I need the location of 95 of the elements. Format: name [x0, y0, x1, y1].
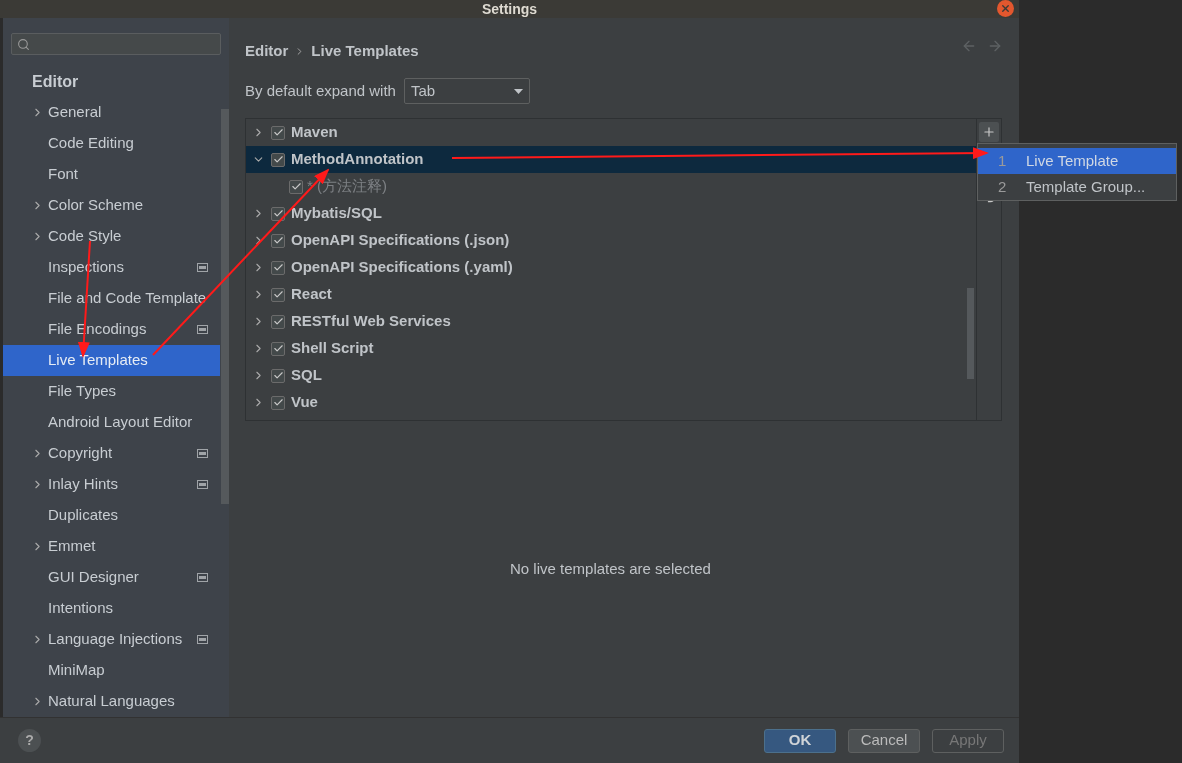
tree-row[interactable]: MethodAnnotation	[246, 146, 976, 173]
breadcrumb-item[interactable]: Live Templates	[311, 40, 419, 63]
sidebar-item[interactable]: GUI Designer	[3, 562, 220, 593]
sidebar-item[interactable]: Code Editing	[3, 128, 220, 159]
group-label: MethodAnnotation	[291, 149, 424, 170]
sidebar-item[interactable]: Language Injections	[3, 624, 220, 655]
breadcrumb-item[interactable]: Editor	[245, 40, 289, 63]
checkbox[interactable]	[271, 152, 285, 167]
group-label: OpenAPI Specifications (.json)	[291, 230, 510, 251]
sidebar-label: File Types	[48, 381, 118, 402]
sidebar-label: Color Scheme	[48, 195, 145, 216]
empty-message: No live templates are selected	[510, 558, 711, 579]
checkbox[interactable]	[271, 341, 285, 356]
help-button[interactable]: ?	[18, 729, 41, 752]
sidebar-label: Emmet	[48, 536, 97, 557]
sidebar-label: Natural Languages	[48, 691, 176, 712]
menu-item-number: 2	[997, 176, 1008, 197]
sidebar-item[interactable]: MiniMap	[3, 655, 220, 686]
checkbox[interactable]	[271, 395, 285, 410]
sidebar-label: Live Templates	[48, 350, 149, 371]
menu-item-label: Template Group...	[1026, 176, 1146, 197]
menu-item-number: 1	[997, 150, 1008, 171]
group-label: Vue	[291, 392, 318, 413]
group-label: Mybatis/SQL	[291, 203, 382, 224]
checkbox[interactable]	[271, 287, 285, 302]
tree-row[interactable]: Vue	[246, 389, 976, 416]
menu-item[interactable]: 2 Template Group...	[978, 174, 1176, 200]
sidebar-item[interactable]: Code Style	[3, 221, 220, 252]
tree-row[interactable]: React	[246, 281, 976, 308]
sidebar-label: GUI Designer	[48, 567, 140, 588]
sidebar-label: Font	[48, 164, 79, 185]
project-badge-icon	[197, 263, 208, 272]
expand-with-dropdown[interactable]: Tab	[403, 78, 530, 104]
sidebar-heading: Editor	[32, 72, 80, 92]
project-badge-icon	[197, 573, 208, 582]
dialog-button[interactable]: Cancel	[848, 728, 920, 753]
checkbox[interactable]	[271, 368, 285, 383]
scrollbar[interactable]	[967, 288, 974, 379]
sidebar-item[interactable]: Font	[3, 159, 220, 190]
close-icon[interactable]	[997, 0, 1014, 17]
add-button[interactable]	[979, 122, 999, 142]
search-icon	[17, 37, 30, 51]
sidebar-label: Code Style	[48, 226, 123, 247]
tree-row[interactable]: OpenAPI Specifications (.yaml)	[246, 254, 976, 281]
sidebar-item[interactable]: Android Layout Editor	[3, 407, 220, 438]
tree-row[interactable]: Maven	[246, 119, 976, 146]
checkbox[interactable]	[271, 260, 285, 275]
sidebar-label: Android Layout Editor	[48, 412, 194, 433]
group-label: RESTful Web Services	[291, 311, 451, 332]
dialog-button[interactable]: OK	[764, 728, 836, 753]
project-badge-icon	[197, 325, 208, 334]
sidebar-label: MiniMap	[48, 660, 106, 681]
window-title: Settings	[481, 0, 538, 19]
scrollbar[interactable]	[221, 109, 229, 504]
group-label: OpenAPI Specifications (.yaml)	[291, 257, 513, 278]
tree-row[interactable]: Mybatis/SQL	[246, 200, 976, 227]
sidebar-item[interactable]: Natural Languages	[3, 686, 220, 717]
group-label: Shell Script	[291, 338, 374, 359]
sidebar-label: General	[48, 102, 103, 123]
sidebar-item[interactable]: Intentions	[3, 593, 220, 624]
sidebar-item[interactable]: Inlay Hints	[3, 469, 220, 500]
menu-item[interactable]: 1 Live Template	[978, 148, 1176, 174]
group-label: React	[291, 284, 332, 305]
sidebar-label: Code Editing	[48, 133, 135, 154]
checkbox[interactable]	[271, 206, 285, 221]
sidebar-item[interactable]: Live Templates	[3, 345, 220, 376]
checkbox[interactable]	[271, 314, 285, 329]
sidebar-item[interactable]: Emmet	[3, 531, 220, 562]
checkbox[interactable]	[289, 179, 303, 194]
expand-with-label: By default expand with	[245, 80, 396, 101]
sidebar-label: Intentions	[48, 598, 115, 619]
menu-item-label: Live Template	[1026, 150, 1119, 171]
sidebar-label: Duplicates	[48, 505, 120, 526]
checkbox[interactable]	[271, 233, 285, 248]
project-badge-icon	[197, 480, 208, 489]
search-field[interactable]	[11, 33, 221, 55]
group-label: SQL	[291, 365, 322, 386]
project-badge-icon	[197, 635, 208, 644]
project-badge-icon	[197, 449, 208, 458]
tree-row[interactable]: RESTful Web Services	[246, 308, 976, 335]
group-label: Maven	[291, 122, 338, 143]
tree-row[interactable]: Shell Script	[246, 335, 976, 362]
dropdown-caret-icon	[513, 88, 523, 94]
plus-icon	[982, 125, 996, 139]
tree-row[interactable]: SQL	[246, 362, 976, 389]
sidebar-item[interactable]: Color Scheme	[3, 190, 220, 221]
sidebar-item[interactable]: General	[3, 97, 220, 128]
sidebar-item[interactable]: File Types	[3, 376, 220, 407]
sidebar-label: Language Injections	[48, 629, 184, 650]
sidebar-label: Inlay Hints	[48, 474, 120, 495]
sidebar-item[interactable]: Copyright	[3, 438, 220, 469]
checkbox[interactable]	[271, 125, 285, 140]
tree-row[interactable]: OpenAPI Specifications (.json)	[246, 227, 976, 254]
sidebar-item[interactable]: Duplicates	[3, 500, 220, 531]
sidebar-label: Copyright	[48, 443, 114, 464]
